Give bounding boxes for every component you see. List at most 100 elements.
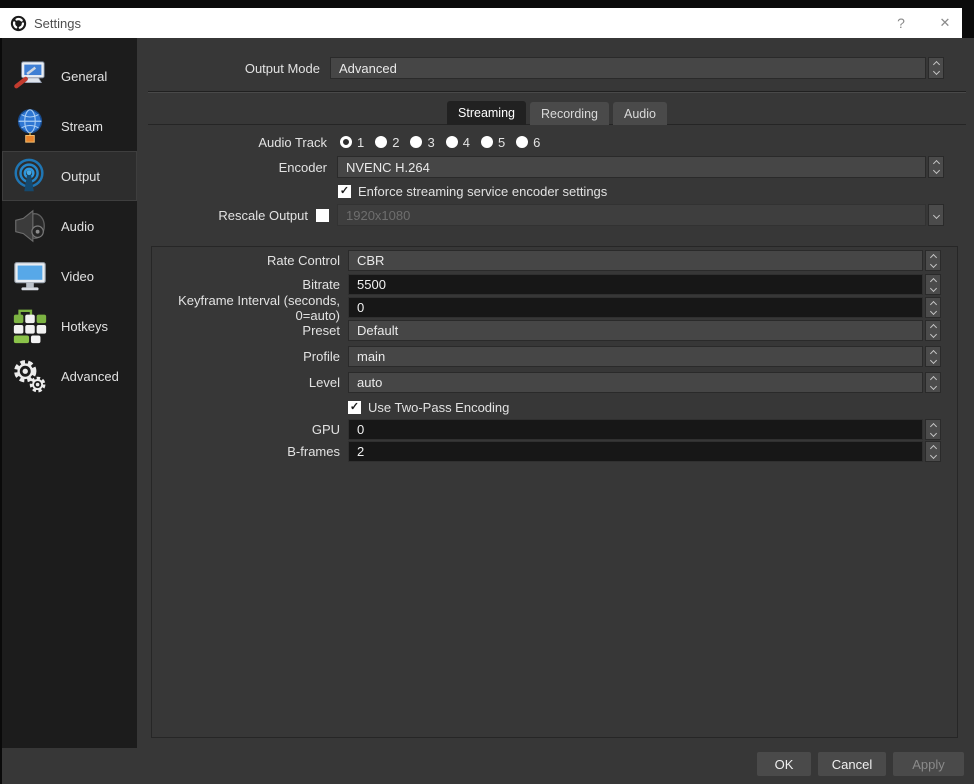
level-row: Level auto (152, 372, 941, 393)
window-title: Settings (34, 15, 81, 31)
radio-icon (445, 136, 458, 148)
rescale-dropdown-button (928, 204, 944, 226)
rescale-output-label: Rescale Output (218, 207, 308, 223)
enforce-encoder-settings-checkbox[interactable]: ✓ Enforce streaming service encoder sett… (338, 183, 607, 199)
rescale-resolution-value: 1920x1080 (346, 207, 411, 223)
rate-control-spinner[interactable] (925, 250, 941, 271)
keyframe-interval-seconds-0-auto-value: 0 (357, 300, 365, 315)
audio-track-option-3[interactable]: 3 (410, 134, 435, 150)
output-mode-label: Output Mode (244, 60, 320, 76)
gpu-spinner[interactable] (925, 419, 941, 440)
bitrate-spinner[interactable] (925, 274, 941, 295)
keyframe-interval-seconds-0-auto-spinner[interactable] (925, 297, 941, 318)
obs-logo-icon (10, 15, 27, 32)
chevron-down-icon (929, 356, 937, 364)
tab-audio[interactable]: Audio (612, 102, 667, 125)
preset-value: Default (357, 323, 399, 338)
profile-value: main (357, 349, 386, 364)
sidebar-item-label: Video (61, 268, 95, 284)
encoder-settings-groupbox: Rate Control CBR Bitrate 5500 Keyframe Inter… (151, 246, 958, 738)
tab-streaming[interactable]: Streaming (447, 101, 526, 125)
radio-label: 1 (357, 134, 365, 150)
encoder-value: NVENC H.264 (346, 159, 430, 175)
checkbox-checked-icon: ✓ (338, 184, 351, 198)
keyframe-interval-seconds-0-auto-input[interactable]: 0 (348, 297, 923, 318)
audio-track-option-1[interactable]: 1 (340, 135, 364, 150)
use-two-pass-encoding-checkbox[interactable]: ✓ Use Two-Pass Encoding (348, 400, 509, 415)
radio-icon (480, 136, 493, 148)
output-mode-value: Advanced (339, 60, 397, 76)
gpu-row: GPU 0 (152, 419, 941, 440)
b-frames-spinner[interactable] (925, 441, 941, 462)
rescale-output-row: Rescale Output 1920x1080 (2, 204, 944, 226)
cancel-button[interactable]: Cancel (818, 752, 886, 776)
chevron-down-icon (929, 260, 937, 268)
audio-track-row: Audio Track 1 2 3 4 5 6 (2, 131, 944, 153)
radio-icon (516, 136, 529, 148)
dialog-footer: OK Cancel Apply (757, 752, 964, 776)
level-label: Level (308, 375, 340, 390)
radio-label: 6 (533, 134, 541, 150)
sidebar-item-advanced[interactable]: Advanced (2, 351, 137, 401)
level-select[interactable]: auto (348, 372, 923, 393)
radio-label: 5 (497, 134, 506, 150)
close-button[interactable]: ✕ (932, 8, 958, 38)
chevron-down-icon (929, 284, 937, 292)
bitrate-input[interactable]: 5500 (348, 274, 923, 295)
use-two-pass-encoding-row: ✓ Use Two-Pass Encoding (152, 400, 941, 415)
sidebar-item-label: Hotkeys (61, 318, 108, 334)
output-mode-spinner[interactable] (928, 57, 944, 79)
preset-select[interactable]: Default (348, 320, 923, 341)
rescale-checkbox-unchecked-icon[interactable] (316, 208, 329, 222)
chevron-down-icon (932, 166, 940, 175)
profile-select[interactable]: main (348, 346, 923, 367)
rescale-resolution-select: 1920x1080 (337, 204, 926, 226)
tab-recording[interactable]: Recording (530, 102, 609, 125)
radio-label: 2 (392, 134, 400, 150)
radio-label: 3 (427, 134, 435, 150)
chevron-down-icon (929, 307, 937, 315)
video-icon (10, 256, 50, 296)
encoder-spinner[interactable] (928, 156, 944, 178)
output-mode-row: Output Mode Advanced (2, 57, 944, 79)
b-frames-value: 2 (357, 444, 365, 459)
b-frames-row: B-frames 2 (152, 441, 941, 462)
apply-button: Apply (893, 752, 964, 776)
horizontal-separator (148, 91, 966, 93)
audio-track-option-2[interactable]: 2 (375, 135, 399, 150)
radio-icon (375, 136, 388, 148)
profile-label: Profile (303, 349, 340, 364)
help-button[interactable]: ? (888, 8, 914, 38)
rate-control-value: CBR (357, 253, 385, 268)
keyframe-interval-seconds-0-auto-label: Keyframe Interval (seconds, 0=auto) (178, 292, 340, 323)
audio-track-options: 1 2 3 4 5 6 (340, 135, 540, 150)
advanced-icon (10, 356, 50, 396)
ok-button[interactable]: OK (757, 752, 811, 776)
encoder-select[interactable]: NVENC H.264 (337, 156, 926, 178)
b-frames-input[interactable]: 2 (348, 441, 923, 462)
sidebar-item-video[interactable]: Video (2, 251, 137, 301)
preset-spinner[interactable] (925, 320, 941, 341)
encoder-label: Encoder (278, 159, 327, 175)
sidebar-item-hotkeys[interactable]: Hotkeys (2, 301, 137, 351)
profile-spinner[interactable] (925, 346, 941, 367)
audio-track-label: Audio Track (258, 134, 327, 150)
rate-control-select[interactable]: CBR (348, 250, 923, 271)
audio-track-option-5[interactable]: 5 (480, 134, 506, 150)
title-bar: Settings ? ✕ (0, 8, 962, 38)
gpu-input[interactable]: 0 (348, 419, 923, 440)
preset-row: Preset Default (152, 320, 941, 341)
gpu-label: GPU (311, 422, 340, 437)
chevron-down-icon (929, 382, 937, 390)
level-spinner[interactable] (925, 372, 941, 393)
chevron-down-icon (932, 67, 940, 76)
preset-label: Preset (302, 323, 340, 338)
hotkeys-icon (10, 306, 50, 346)
rate-control-row: Rate Control CBR (152, 250, 941, 271)
rate-control-label: Rate Control (267, 253, 340, 268)
output-mode-select[interactable]: Advanced (330, 57, 926, 79)
audio-track-option-4[interactable]: 4 (445, 135, 470, 150)
profile-row: Profile main (152, 346, 941, 367)
audio-track-option-6[interactable]: 6 (516, 135, 540, 150)
enforce-label: Enforce streaming service encoder settin… (358, 183, 608, 199)
